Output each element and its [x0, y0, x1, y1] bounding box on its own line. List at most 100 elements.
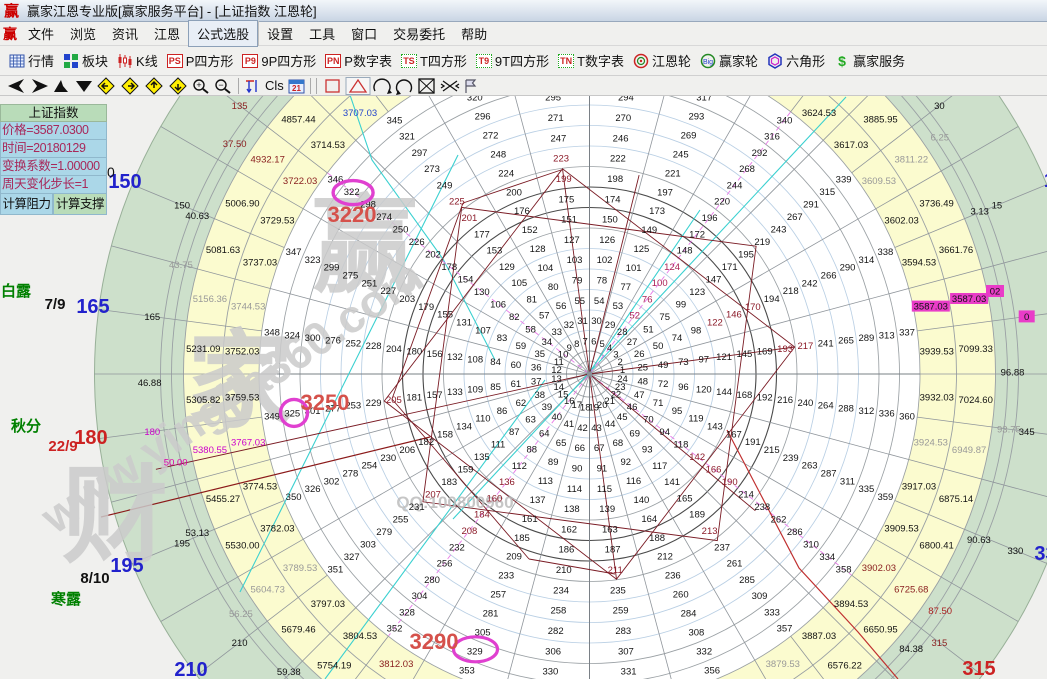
- svg-text:321: 321: [399, 132, 415, 143]
- svg-text:278: 278: [342, 469, 358, 480]
- svg-text:290: 290: [840, 263, 856, 274]
- svg-text:31: 31: [577, 316, 588, 327]
- svg-text:216: 216: [777, 395, 793, 406]
- svg-text:79: 79: [572, 276, 583, 287]
- svg-text:93.75: 93.75: [997, 425, 1021, 436]
- svg-text:139: 139: [599, 504, 615, 515]
- svg-text:135: 135: [474, 452, 490, 463]
- svg-text:210: 210: [174, 659, 207, 679]
- svg-text:3797.03: 3797.03: [311, 599, 345, 610]
- svg-text:3804.53: 3804.53: [343, 631, 377, 642]
- svg-text:136: 136: [499, 477, 515, 488]
- svg-text:258: 258: [550, 606, 566, 617]
- svg-text:34: 34: [542, 337, 553, 348]
- svg-text:32: 32: [564, 320, 575, 331]
- svg-text:285: 285: [739, 575, 755, 586]
- svg-text:141: 141: [664, 477, 680, 488]
- svg-text:62: 62: [516, 398, 527, 409]
- svg-text:3917.03: 3917.03: [902, 481, 936, 492]
- svg-text:117: 117: [652, 461, 667, 472]
- svg-text:193: 193: [777, 344, 793, 355]
- svg-text:234: 234: [553, 585, 569, 596]
- svg-text:267: 267: [787, 212, 803, 223]
- svg-text:116: 116: [626, 476, 641, 487]
- svg-text:3.13: 3.13: [970, 206, 989, 217]
- svg-text:180: 180: [74, 427, 107, 449]
- svg-text:35: 35: [535, 349, 546, 360]
- svg-text:314: 314: [858, 255, 874, 266]
- svg-text:152: 152: [522, 225, 538, 236]
- svg-text:316: 316: [764, 132, 780, 143]
- svg-text:246: 246: [613, 133, 629, 144]
- svg-text:40: 40: [552, 412, 563, 423]
- svg-text:120: 120: [696, 385, 712, 396]
- svg-text:144: 144: [716, 387, 732, 398]
- svg-text:157: 157: [427, 390, 443, 401]
- svg-text:38: 38: [535, 390, 546, 401]
- svg-text:275: 275: [342, 271, 358, 282]
- svg-text:178: 178: [441, 262, 457, 273]
- svg-text:147: 147: [706, 274, 722, 285]
- svg-text:190: 190: [722, 477, 738, 488]
- svg-text:6576.22: 6576.22: [828, 661, 862, 672]
- svg-text:3594.53: 3594.53: [902, 258, 936, 269]
- svg-text:5231.09: 5231.09: [186, 344, 220, 355]
- svg-text:226: 226: [409, 237, 425, 248]
- svg-text:202: 202: [425, 249, 441, 260]
- svg-text:207: 207: [425, 490, 441, 501]
- svg-text:242: 242: [802, 278, 818, 289]
- svg-text:6650.95: 6650.95: [863, 625, 897, 636]
- svg-text:68: 68: [613, 438, 624, 449]
- svg-text:103: 103: [567, 255, 583, 266]
- svg-text:98: 98: [691, 325, 702, 336]
- svg-text:296: 296: [475, 112, 491, 123]
- svg-text:101: 101: [626, 263, 642, 274]
- svg-text:125: 125: [633, 244, 649, 255]
- svg-text:3902.03: 3902.03: [862, 563, 896, 574]
- svg-text:350: 350: [286, 492, 302, 503]
- svg-text:150: 150: [602, 215, 618, 226]
- svg-text:27: 27: [627, 337, 638, 348]
- svg-text:82: 82: [509, 312, 520, 323]
- svg-text:214: 214: [738, 490, 754, 501]
- svg-text:266: 266: [821, 271, 837, 282]
- svg-text:122: 122: [707, 318, 723, 329]
- svg-text:111: 111: [491, 440, 505, 451]
- svg-text:263: 263: [802, 461, 818, 472]
- svg-text:201: 201: [461, 213, 477, 224]
- svg-text:218: 218: [783, 286, 799, 297]
- svg-text:84.38: 84.38: [899, 644, 923, 655]
- svg-text:30: 30: [591, 316, 602, 327]
- svg-text:183: 183: [441, 477, 457, 488]
- svg-text:270: 270: [615, 113, 631, 124]
- svg-text:3782.03: 3782.03: [260, 523, 294, 534]
- svg-text:219: 219: [754, 237, 770, 248]
- svg-text:143: 143: [707, 421, 723, 432]
- svg-text:57: 57: [539, 311, 550, 322]
- svg-text:124: 124: [664, 262, 680, 273]
- svg-text:7099.33: 7099.33: [959, 344, 993, 355]
- svg-text:229: 229: [366, 398, 382, 409]
- svg-text:325: 325: [284, 409, 300, 420]
- svg-text:329: 329: [467, 646, 483, 657]
- svg-text:212: 212: [657, 552, 673, 563]
- svg-text:51: 51: [643, 324, 654, 335]
- svg-text:80: 80: [548, 282, 559, 293]
- svg-text:$: $: [838, 53, 846, 69]
- svg-text:78: 78: [597, 276, 608, 287]
- svg-text:300: 300: [305, 333, 321, 344]
- svg-text:176: 176: [514, 206, 530, 217]
- svg-text:308: 308: [688, 628, 704, 639]
- svg-text:106: 106: [490, 299, 506, 310]
- svg-text:+: +: [196, 80, 201, 90]
- svg-text:251: 251: [361, 278, 377, 289]
- svg-text:182: 182: [418, 437, 434, 448]
- svg-text:76: 76: [642, 294, 653, 305]
- svg-text:330: 330: [1007, 546, 1023, 557]
- svg-text:3812.03: 3812.03: [379, 659, 413, 670]
- svg-text:166: 166: [706, 465, 722, 476]
- svg-text:91: 91: [597, 463, 608, 474]
- svg-text:205: 205: [386, 395, 402, 406]
- svg-text:315: 315: [931, 638, 947, 649]
- svg-text:210: 210: [232, 638, 248, 649]
